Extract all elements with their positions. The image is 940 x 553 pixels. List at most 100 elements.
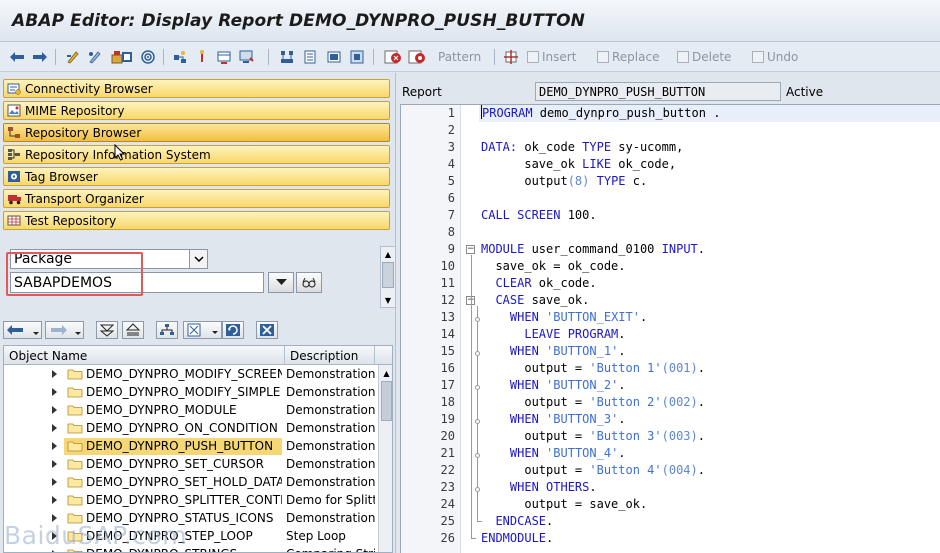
code-line[interactable]: output = save_ok.	[481, 496, 647, 513]
object-name-cell[interactable]: DEMO_DYNPRO_SET_CURSOR	[64, 456, 282, 473]
object-name-cell[interactable]: DEMO_DYNPRO_STEP_LOOP	[64, 528, 282, 545]
external-breakpoint-icon[interactable]	[407, 48, 427, 66]
nav-test-repository[interactable]: Test Repository	[3, 211, 390, 230]
navigation-window-icon[interactable]	[171, 48, 189, 66]
nav-repository-browser[interactable]: Repository Browser	[3, 123, 390, 142]
code-line[interactable]: output(8) TYPE c.	[481, 173, 647, 190]
check-icon[interactable]	[215, 48, 233, 66]
code-line[interactable]: CALL SCREEN 100.	[481, 207, 597, 224]
code-line[interactable]: WHEN 'BUTTON_4'.	[481, 445, 626, 462]
code-line[interactable]: ENDMODULE.	[481, 530, 553, 547]
delete-button[interactable]: Delete	[677, 48, 731, 66]
chevron-down-icon[interactable]	[189, 250, 207, 268]
pattern-button[interactable]: Pattern	[438, 48, 481, 66]
object-name-cell[interactable]: DEMO_DYNPRO_STRINGS	[64, 546, 282, 552]
breakpoint-icon[interactable]	[325, 48, 343, 66]
tree-refresh-button[interactable]	[222, 321, 244, 339]
nav-repository-information-system[interactable]: Repository Information System	[3, 145, 390, 164]
object-name-cell[interactable]: DEMO_DYNPRO_SPLITTER_CONTRO	[64, 492, 282, 509]
scroll-thumb[interactable]	[382, 262, 394, 288]
code-line[interactable]: DATA: ok_code TYPE sy-ucomm,	[481, 139, 683, 156]
tree-row[interactable]: DEMO_DYNPRO_PUSH_BUTTON Demonstration f	[4, 437, 378, 455]
tree-row[interactable]: DEMO_DYNPRO_SPLITTER_CONTRO Demo for Spli…	[4, 491, 378, 509]
report-name-field[interactable]: DEMO_DYNPRO_PUSH_BUTTON	[535, 82, 781, 101]
tree-row[interactable]: DEMO_DYNPRO_STRINGSComparing Strin	[4, 545, 378, 552]
nav-connectivity-browser[interactable]: Connectivity Browser	[3, 79, 390, 98]
tree-row[interactable]: DEMO_DYNPRO_SET_CURSOR Demonstration f	[4, 455, 378, 473]
column-header-object-name[interactable]: Object Name	[4, 346, 285, 365]
expand-arrow-icon[interactable]	[52, 513, 60, 523]
object-name-cell[interactable]: DEMO_DYNPRO_PUSH_BUTTON	[64, 437, 282, 455]
code-line[interactable]: WHEN OTHERS.	[481, 479, 597, 496]
tree-select-button[interactable]	[183, 321, 222, 339]
code-line[interactable]: save_ok LIKE ok_code,	[481, 156, 676, 173]
scroll-down-icon[interactable]: ▼	[381, 293, 395, 307]
object-name-dropdown-button[interactable]	[268, 272, 294, 293]
object-name-cell[interactable]: DEMO_DYNPRO_SET_HOLD_DATA	[64, 474, 282, 491]
undo-button[interactable]: Undo	[752, 48, 798, 66]
code-line[interactable]: WHEN 'BUTTON_2'.	[481, 377, 626, 394]
active-inactive-icon[interactable]	[86, 48, 104, 66]
expand-arrow-icon[interactable]	[52, 531, 60, 541]
object-type-dropdown[interactable]: Package	[10, 249, 208, 269]
forward-icon[interactable]	[31, 48, 49, 66]
code-line[interactable]: WHEN 'BUTTON_3'.	[481, 411, 626, 428]
pretty-printer-icon[interactable]	[502, 48, 520, 66]
activate-icon[interactable]	[237, 48, 255, 66]
tree-close-button[interactable]	[256, 321, 278, 339]
selection-scrollbar[interactable]: ▲ ▼	[380, 246, 396, 308]
code-line[interactable]: CLEAR ok_code.	[481, 275, 596, 292]
object-name-input[interactable]: SABAPDEMOS	[10, 272, 264, 293]
replace-button[interactable]: Replace	[597, 48, 659, 66]
tree-forward-button[interactable]	[45, 321, 84, 339]
tree-row[interactable]: DEMO_DYNPRO_MODIFY_SCREEN Demonstration c	[4, 365, 378, 383]
code-line[interactable]: CASE save_ok.	[481, 292, 589, 309]
object-list-icon[interactable]	[118, 48, 136, 66]
tree-row[interactable]: DEMO_DYNPRO_SET_HOLD_DATA Demonstration f	[4, 473, 378, 491]
back-icon[interactable]	[8, 48, 26, 66]
code-line[interactable]: MODULE user_command_0100 INPUT.	[481, 241, 705, 258]
scroll-thumb[interactable]	[381, 381, 392, 421]
display-object-list-icon[interactable]	[301, 48, 319, 66]
code-line[interactable]: WHEN 'BUTTON_EXIT'.	[481, 309, 647, 326]
expand-arrow-icon[interactable]	[52, 459, 60, 469]
code-line[interactable]: output = 'Button 2'(002).	[481, 394, 705, 411]
expand-arrow-icon[interactable]	[52, 423, 60, 433]
tree-row[interactable]: DEMO_DYNPRO_MODULE Demonstration c	[4, 401, 378, 419]
expand-arrow-icon[interactable]	[52, 495, 60, 505]
test-icon[interactable]	[278, 48, 296, 66]
tree-row[interactable]: DEMO_DYNPRO_ON_CONDITION Demonstration f	[4, 419, 378, 437]
code-line[interactable]: PROGRAM demo_dynpro_push_button .	[479, 105, 940, 122]
nav-mime-repository[interactable]: MIME Repository	[3, 101, 390, 120]
expand-arrow-icon[interactable]	[52, 369, 60, 379]
expand-arrow-icon[interactable]	[52, 405, 60, 415]
fold-toggle-icon[interactable]: −	[466, 245, 475, 254]
code-editor[interactable]: 1 2 3 4 5 6 7 8 9 10 11 12 13 14 15 16 17 18 19 20 21 22 23 24 2…	[400, 104, 940, 553]
nav-tag-browser[interactable]: Tag Browser	[3, 167, 390, 186]
tree-row[interactable]: DEMO_DYNPRO_MODIFY_SIMPLE Demonstration f	[4, 383, 378, 401]
display-change-icon[interactable]	[64, 48, 82, 66]
code-line[interactable]: output = 'Button 3'(003).	[481, 428, 705, 445]
code-line[interactable]: save_ok = ok_code.	[481, 258, 625, 275]
object-name-cell[interactable]: DEMO_DYNPRO_MODIFY_SCREEN	[64, 366, 282, 383]
code-line[interactable]: ENDCASE.	[481, 513, 553, 530]
tree-scrollbar[interactable]: ▲	[378, 365, 392, 552]
nav-transport-organizer[interactable]: Transport Organizer	[3, 189, 390, 208]
scroll-up-icon[interactable]: ▲	[379, 367, 392, 379]
tree-back-button[interactable]	[3, 321, 42, 339]
insert-button[interactable]: Insert	[527, 48, 576, 66]
expand-arrow-icon[interactable]	[52, 549, 60, 552]
code-line[interactable]: WHEN 'BUTTON_1'.	[481, 343, 626, 360]
code-line[interactable]: LEAVE PROGRAM.	[481, 326, 625, 343]
where-used-icon[interactable]	[139, 48, 157, 66]
expand-arrow-icon[interactable]	[52, 477, 60, 487]
enhance-icon[interactable]	[193, 48, 211, 66]
object-name-cell[interactable]: DEMO_DYNPRO_ON_CONDITION	[64, 420, 282, 437]
set-breakpoint-icon[interactable]	[383, 48, 403, 66]
tree-hierarchy-button[interactable]	[156, 321, 178, 339]
object-name-cell[interactable]: DEMO_DYNPRO_MODULE	[64, 402, 282, 419]
code-line[interactable]: output = 'Button 1'(001).	[481, 360, 705, 377]
column-header-description[interactable]: Description	[285, 346, 375, 365]
object-name-cell[interactable]: DEMO_DYNPRO_MODIFY_SIMPLE	[64, 384, 282, 401]
expand-arrow-icon[interactable]	[52, 441, 60, 451]
